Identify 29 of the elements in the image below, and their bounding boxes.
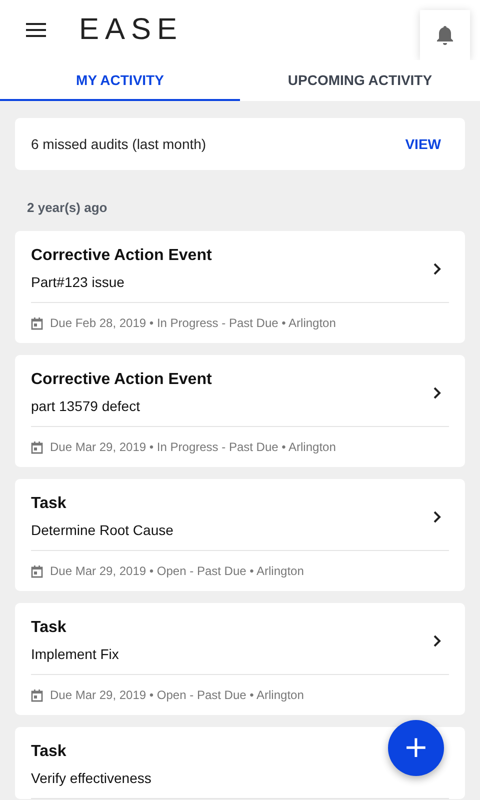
bell-icon bbox=[436, 25, 454, 45]
logo: EASE bbox=[79, 15, 184, 45]
activity-subtitle: Implement Fix bbox=[31, 646, 119, 662]
calendar-icon bbox=[31, 688, 43, 702]
activity-title: Task bbox=[31, 743, 68, 761]
section-heading: 2 year(s) ago bbox=[26, 199, 108, 217]
activity-details: Due Feb 28, 2019 • In Progress - Past Due • Arlington bbox=[50, 316, 336, 330]
menu-icon[interactable] bbox=[26, 23, 46, 37]
view-link[interactable]: VIEW bbox=[405, 136, 441, 152]
activity-subtitle: Part#123 issue bbox=[31, 274, 126, 290]
calendar-icon bbox=[31, 564, 43, 578]
activity-subtitle: part 13579 defect bbox=[31, 398, 141, 414]
activity-title: Task bbox=[31, 619, 68, 637]
activity-details: Due Mar 29, 2019 • Open - Past Due • Arlington bbox=[50, 688, 304, 702]
activity-details: Due Mar 29, 2019 • Open - Past Due • Arlington bbox=[50, 564, 304, 578]
activity-card[interactable]: Task Implement Fix Due Mar 29, 2019 • Open - Past Due • Arlington bbox=[15, 603, 465, 715]
activity-card[interactable]: Corrective Action Event Part#123 issue Due Feb 28, 2019 • In Progress - Past Due • Arlington bbox=[15, 231, 465, 343]
activity-details: Due Mar 29, 2019 • In Progress - Past Due • Arlington bbox=[50, 440, 336, 454]
activity-subtitle: Determine Root Cause bbox=[31, 522, 174, 538]
calendar-icon bbox=[31, 316, 43, 330]
activity-subtitle: Verify effectiveness bbox=[31, 770, 152, 786]
activity-title: Corrective Action Event bbox=[31, 371, 212, 389]
activity-title: Corrective Action Event bbox=[31, 247, 212, 265]
missed-audits-text: 6 missed audits (last month) bbox=[31, 136, 206, 152]
notifications-button[interactable] bbox=[420, 10, 470, 60]
calendar-icon bbox=[31, 440, 43, 454]
activity-title: Task bbox=[31, 495, 68, 513]
activity-card[interactable]: Task Determine Root Cause Due Mar 29, 2019 • Open - Past Due • Arlington bbox=[15, 479, 465, 591]
activity-card[interactable]: Corrective Action Event part 13579 defect Due Mar 29, 2019 • In Progress - Past Due • Arlington bbox=[15, 355, 465, 467]
